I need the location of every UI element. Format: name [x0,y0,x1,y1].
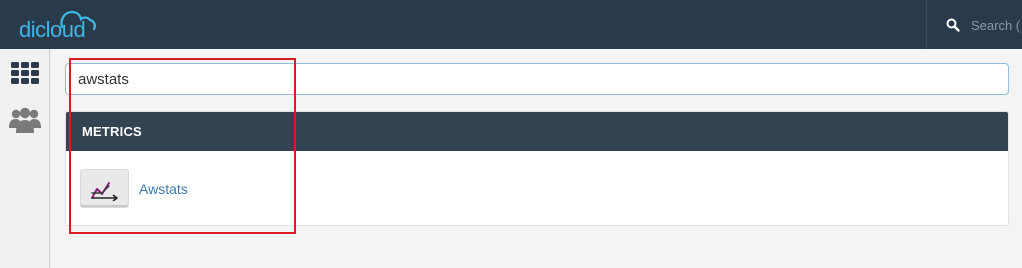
header-divider [926,0,927,49]
logo-text: dicloud [19,17,85,42]
awstats-link[interactable]: Awstats [139,181,188,197]
dicloud-logo[interactable]: dicloud [18,6,98,42]
awstats-item[interactable]: Awstats [80,169,188,208]
header-search[interactable]: Search ( / [946,15,1022,35]
sidebar [0,49,50,268]
users-icon [9,107,41,133]
awstats-chart-icon [80,169,129,208]
top-bar: dicloud Search ( / [0,0,1022,49]
sidebar-item-users[interactable] [8,105,42,135]
grid-icon [11,62,39,84]
header-search-placeholder: Search ( / [971,17,1022,33]
search-icon [946,18,960,32]
metrics-panel: METRICS Awstats [65,111,1009,226]
sidebar-item-apps[interactable] [8,58,42,88]
tool-search-input[interactable] [65,63,1009,95]
section-title: METRICS [66,112,1008,151]
main-content: METRICS Awstats [51,49,1022,268]
